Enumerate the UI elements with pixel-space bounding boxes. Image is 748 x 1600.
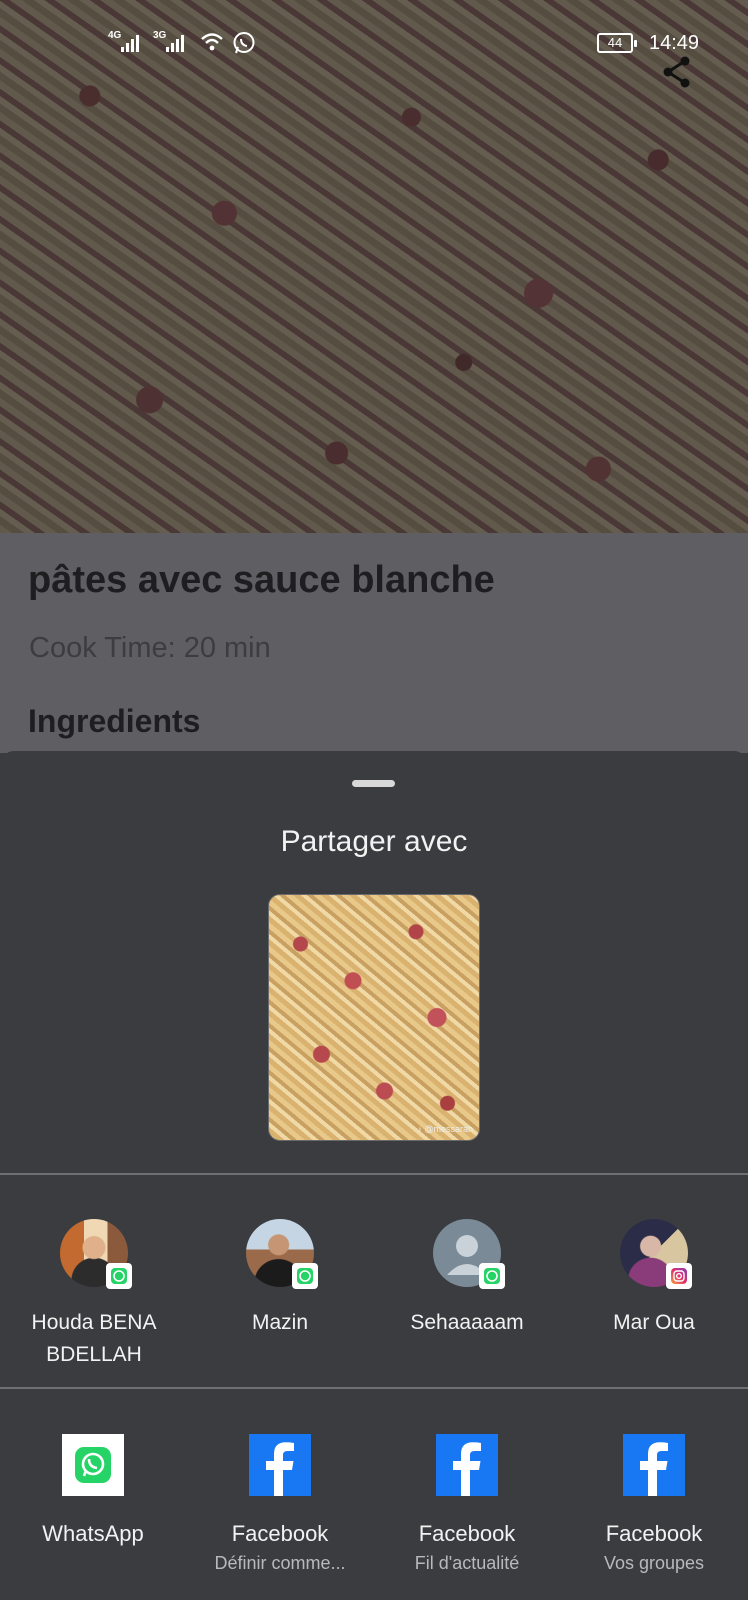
whatsapp-icon bbox=[62, 1434, 124, 1496]
whatsapp-icon bbox=[106, 1263, 132, 1289]
cook-time: Cook Time: 20 min bbox=[29, 632, 271, 664]
divider bbox=[0, 1387, 748, 1389]
app-subtitle: Vos groupes bbox=[603, 1553, 705, 1573]
contact-target[interactable]: Mar Oua bbox=[564, 1219, 744, 1371]
status-bar: 4G 3G 44 14:49 bbox=[0, 0, 748, 88]
contact-target[interactable]: Mazin bbox=[190, 1219, 370, 1371]
battery-icon: 44 bbox=[597, 33, 637, 53]
share-icon[interactable] bbox=[660, 55, 694, 89]
recipe-details: pâtes avec sauce blanche Cook Time: 20 m… bbox=[0, 533, 748, 753]
share-app-facebook-groups[interactable]: Facebook Vos groupes bbox=[561, 1434, 747, 1574]
app-name: Facebook bbox=[605, 1521, 703, 1546]
clock: 14:49 bbox=[649, 32, 700, 54]
whatsapp-icon bbox=[292, 1263, 318, 1289]
whatsapp-notification-icon bbox=[233, 32, 255, 54]
share-app-whatsapp[interactable]: WhatsApp bbox=[0, 1434, 186, 1547]
whatsapp-icon bbox=[479, 1263, 505, 1289]
facebook-icon bbox=[436, 1434, 498, 1496]
share-preview-image: ♪ @messarah bbox=[268, 894, 480, 1141]
facebook-icon bbox=[249, 1434, 311, 1496]
share-app-facebook-feed[interactable]: Facebook Fil d'actualité bbox=[374, 1434, 560, 1574]
recipe-title: pâtes avec sauce blanche bbox=[28, 559, 495, 601]
signal-icon bbox=[166, 34, 184, 52]
drag-handle[interactable] bbox=[352, 780, 395, 787]
instagram-icon bbox=[666, 1263, 692, 1289]
ingredients-heading: Ingredients bbox=[28, 703, 201, 739]
sim2-label: 3G bbox=[153, 30, 167, 41]
share-app-facebook-profile[interactable]: Facebook Définir comme... bbox=[187, 1434, 373, 1574]
sim1-label: 4G bbox=[108, 30, 122, 41]
app-subtitle: Fil d'actualité bbox=[414, 1553, 520, 1573]
contact-target[interactable]: Sehaaaaam bbox=[377, 1219, 557, 1371]
facebook-icon bbox=[623, 1434, 685, 1496]
app-name: Facebook bbox=[418, 1521, 516, 1546]
app-name: Facebook bbox=[231, 1521, 329, 1546]
share-sheet: Partager avec ♪ @messarah Houda BENA BDE… bbox=[0, 751, 748, 1600]
contact-name: Mar Oua bbox=[613, 1311, 695, 1334]
wifi-icon bbox=[201, 33, 223, 51]
divider bbox=[0, 1173, 748, 1175]
contact-target[interactable]: Houda BENA BDELLAH bbox=[4, 1219, 184, 1371]
signal-icon bbox=[121, 34, 139, 52]
share-sheet-title: Partager avec bbox=[280, 825, 468, 858]
app-subtitle: Définir comme... bbox=[214, 1553, 346, 1573]
contact-name: Sehaaaaam bbox=[410, 1311, 524, 1334]
app-name: WhatsApp bbox=[42, 1521, 144, 1546]
contact-name: Mazin bbox=[251, 1311, 309, 1334]
contact-name: Houda BENA BDELLAH bbox=[31, 1311, 157, 1366]
preview-watermark: ♪ @messarah bbox=[417, 1124, 473, 1134]
